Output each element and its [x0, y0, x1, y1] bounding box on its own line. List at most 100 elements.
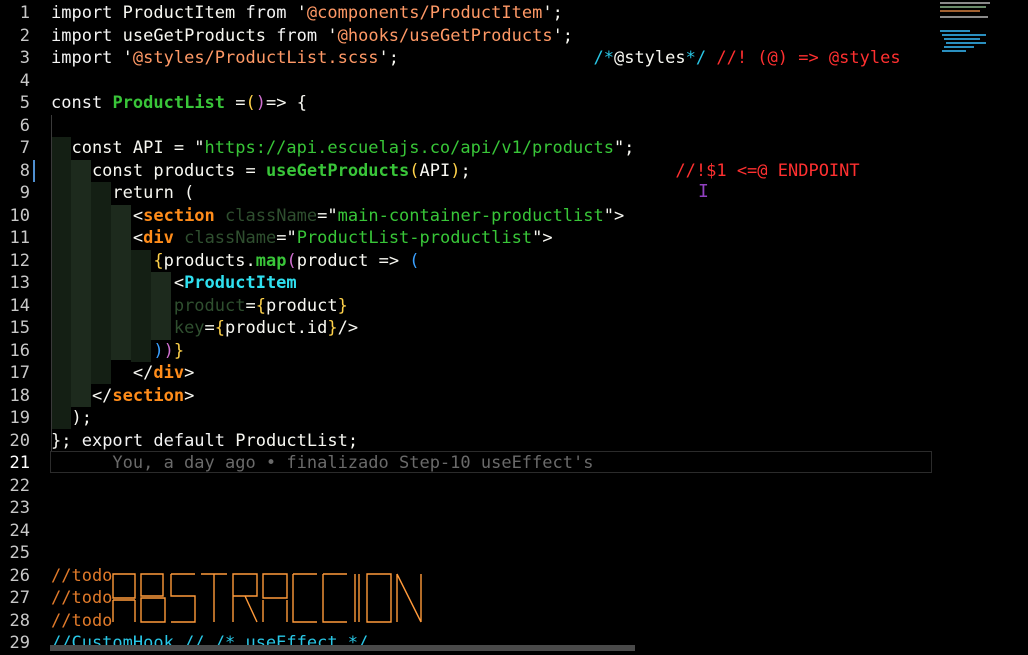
code-token: ProductItem [184, 273, 297, 293]
code-line[interactable]: 1 import ProductItem from '@components/Pr… [0, 2, 935, 25]
code-line[interactable]: 14 product={product} [0, 295, 935, 318]
code-token: ' [317, 25, 338, 46]
code-line[interactable]: 16 ))} [0, 340, 935, 363]
code-token: //todo [51, 588, 113, 608]
code-line[interactable]: 19 ); [0, 407, 935, 430]
code-line[interactable]: 17 </div> [0, 362, 935, 385]
code-token: </ [51, 363, 154, 383]
code-token: map [255, 250, 287, 271]
code-token: ) [163, 340, 174, 361]
code-line[interactable]: 18 </section> [0, 385, 935, 408]
horizontal-scrollbar[interactable] [50, 645, 635, 651]
code-token: className [225, 205, 318, 226]
code-token: ) [450, 160, 461, 181]
code-token: ( [409, 160, 420, 181]
code-token: } [337, 295, 348, 316]
minimap-line [946, 42, 986, 44]
code-token: product [265, 295, 338, 316]
code-line[interactable]: 20}; export default ProductList; [0, 430, 935, 453]
code-line[interactable]: 3 import '@styles/ProductList.scss'; /*@s… [0, 47, 935, 70]
code-token: main-container-productlist [337, 205, 604, 226]
line-number: 14 [9, 295, 30, 316]
line-number: 25 [9, 543, 30, 563]
code-line[interactable]: 5 const ProductList =()=> { [0, 92, 935, 115]
line-number: 3 [19, 48, 30, 68]
line-number: 2 [19, 25, 30, 46]
line-code: const ProductList =()=> { [51, 92, 307, 115]
code-line[interactable]: 9 return ( [0, 182, 935, 205]
line-number: 5 [19, 93, 30, 113]
code-token: product [173, 295, 246, 316]
code-line[interactable]: 8 const products = useGetProducts(API); … [0, 160, 935, 183]
line-code: const products = useGetProducts(API); //… [51, 160, 860, 183]
code-line[interactable]: 7 const API = "https://api.escuelajs.co/… [0, 137, 935, 160]
minimap[interactable] [938, 0, 1028, 80]
line-code: ))} [51, 340, 184, 363]
code-token: =" [317, 205, 338, 226]
minimap-line [940, 16, 988, 18]
code-token: "> [603, 205, 625, 226]
line-number: 13 [9, 273, 30, 293]
code-token: div [143, 228, 174, 248]
line-number: 17 [9, 363, 30, 383]
code-token: /> [337, 318, 359, 338]
line-number: 22 [9, 475, 30, 496]
line-code: </section> [51, 385, 194, 408]
line-number: 6 [19, 115, 30, 136]
minimap-line [940, 10, 980, 12]
code-line[interactable]: 21 You, a day ago • finalizado Step-10 u… [0, 452, 935, 475]
line-code: ); [51, 407, 91, 430]
code-editor[interactable]: 1 import ProductItem from '@components/Pr… [0, 0, 935, 653]
line-number: 11 [9, 228, 30, 248]
line-code: product={product} [51, 295, 348, 318]
code-token: @styles [613, 48, 686, 68]
code-token: import [51, 3, 113, 23]
code-token: ; [460, 160, 471, 181]
ascii-art-banner [112, 573, 422, 623]
code-token: ) [255, 93, 267, 113]
text-cursor-icon: I [698, 181, 709, 202]
code-line[interactable]: 24 [0, 520, 935, 543]
line-code: const API = "https://api.escuelajs.co/ap… [51, 137, 634, 160]
code-token: product => [296, 250, 410, 271]
code-line[interactable]: 15 key={product.id}/> [0, 317, 935, 340]
line-code: </div> [51, 362, 194, 385]
code-line[interactable]: 12 {products.map(product => ( [0, 250, 935, 273]
code-line[interactable]: 29 //CustomHook // /* useEffect */ [0, 632, 935, 655]
line-number: 19 [9, 408, 30, 428]
code-line[interactable]: 6 [0, 115, 935, 138]
code-token: ) [153, 340, 164, 361]
line-number: 15 [9, 318, 30, 338]
code-token: */ [685, 48, 717, 68]
code-line[interactable]: 11 <div className="ProductList-productli… [0, 227, 935, 250]
code-token: @components/ProductItem [306, 3, 543, 23]
code-token: > [184, 363, 195, 383]
line-number: 16 [9, 340, 30, 361]
line-number: 18 [9, 385, 30, 406]
minimap-line [942, 50, 966, 52]
code-token: //todo [51, 565, 113, 586]
code-token: //todo [51, 610, 113, 631]
line-code: import '@styles/ProductList.scss'; /*@st… [51, 47, 901, 70]
code-line[interactable]: 22 [0, 475, 935, 498]
code-line[interactable]: 25 [0, 542, 935, 565]
code-line[interactable]: 10 <section className="main-container-pr… [0, 205, 935, 228]
code-line[interactable]: 13 <ProductItem [0, 272, 935, 295]
code-line[interactable]: 2 import useGetProducts from '@hooks/useG… [0, 25, 935, 48]
line-code: <ProductItem [51, 272, 297, 295]
line-number: 7 [19, 138, 30, 158]
minimap-line [940, 30, 970, 32]
code-token: => { [266, 93, 307, 113]
line-code: //todo [51, 565, 112, 588]
code-token: products. [163, 250, 256, 271]
code-token: ProductList; [225, 430, 359, 451]
code-line[interactable]: 4 [0, 70, 935, 93]
code-token: export default [81, 430, 226, 451]
line-number: 12 [9, 250, 30, 271]
code-token: </ [51, 385, 113, 406]
code-line[interactable]: 23 [0, 497, 935, 520]
